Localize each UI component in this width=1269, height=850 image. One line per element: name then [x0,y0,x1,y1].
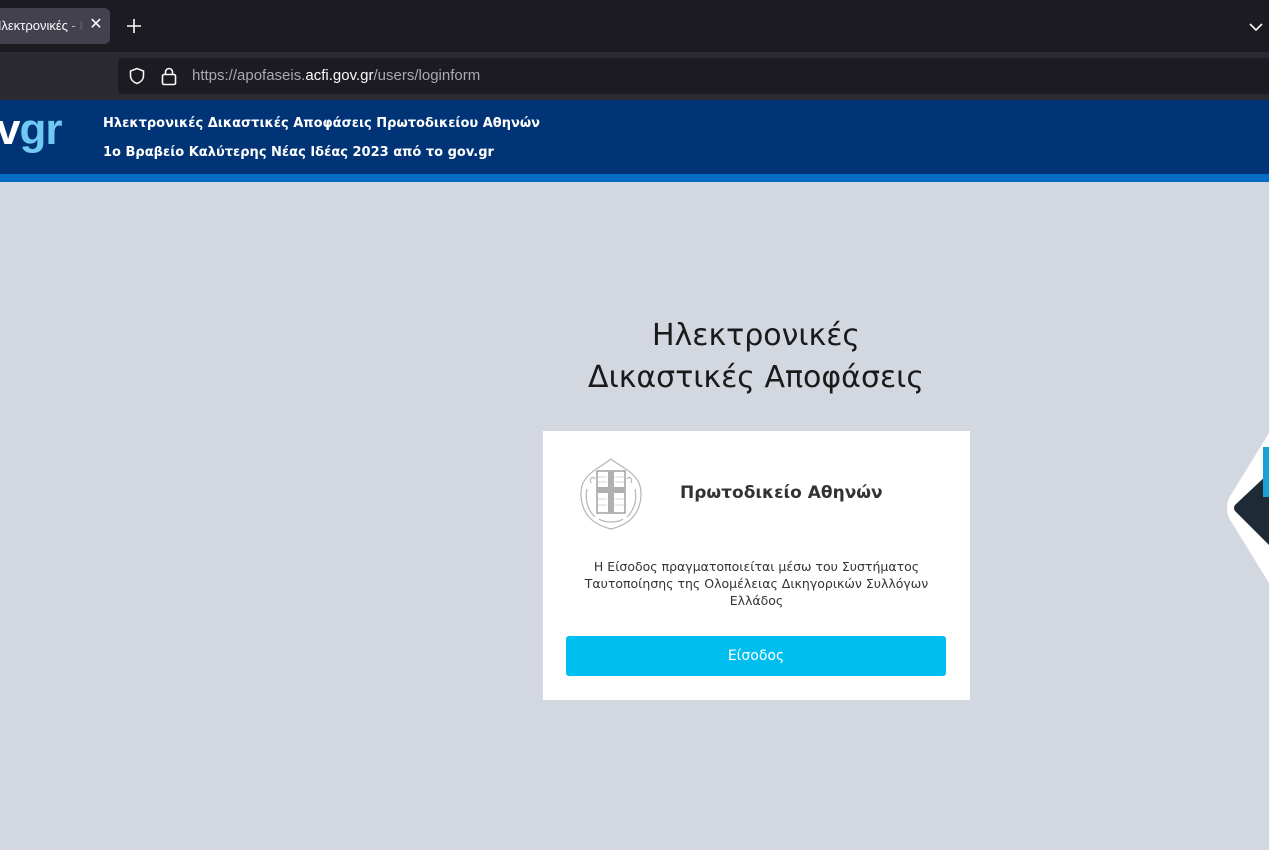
page-content: vgr Ηλεκτρονικές Δικαστικές Αποφάσεις Πρ… [0,100,1269,850]
close-icon[interactable]: ✕ [88,17,104,33]
chevron-down-icon[interactable] [1246,17,1266,37]
url-bar[interactable]: https://apofaseis.acfi.gov.gr/users/logi… [118,58,1269,94]
info-line1: Η Είσοδος πραγματοποιείται μέσω του Συστ… [593,559,920,574]
page-title-line1: Ηλεκτρονικές [651,318,861,353]
login-info-text: Η Είσοδος πραγματοποιείται μέσω του Συστ… [553,558,960,609]
header-stripe [0,174,1269,182]
url-domain: acfi.gov.gr [305,67,374,84]
login-button[interactable]: Είσοδος [566,636,946,676]
browser-tab[interactable]: Ηλεκτρονικές - Ηλεκτρ ✕ [0,8,110,44]
tab-title: Ηλεκτρονικές - Ηλεκτρ [0,18,84,33]
browser-nav-bar: https://apofaseis.acfi.gov.gr/users/logi… [0,52,1269,100]
shield-icon[interactable] [128,67,146,85]
login-card: Πρωτοδικείο Αθηνών Η Είσοδος πραγματοποι… [543,431,970,700]
header-title: Ηλεκτρονικές Δικαστικές Αποφάσεις Πρωτοδ… [103,116,540,131]
url-path: /users/loginform [373,67,481,84]
page-title-line2: Δικαστικές Αποφάσεις [588,360,924,395]
logo-gr: gr [19,105,62,154]
site-header: vgr Ηλεκτρονικές Δικαστικές Αποφάσεις Πρ… [0,100,1269,174]
info-line2: Ταυτοποίησης της Ολομέλειας Δικηγορικών … [584,576,929,591]
browser-tab-bar: Ηλεκτρονικές - Ηλεκτρ ✕ [0,0,1269,52]
hellenic-emblem-icon [580,458,642,530]
plus-icon[interactable] [122,14,146,38]
govgr-logo[interactable]: vgr [0,104,62,156]
header-subtitle: 1ο Βραβείο Καλύτερης Νέας Ιδέας 2023 από… [103,145,494,160]
logo-v: v [0,105,21,154]
url-text[interactable]: https://apofaseis.acfi.gov.gr/users/logi… [192,67,480,84]
url-prefix: https://apofaseis. [192,67,306,84]
court-name: Πρωτοδικείο Αθηνών [680,483,883,503]
info-line3: Ελλάδος [729,593,784,608]
lock-icon[interactable] [160,66,178,86]
page-title: Ηλεκτρονικές Δικαστικές Αποφάσεις [540,315,972,399]
side-panel-toggle[interactable] [1225,433,1269,583]
